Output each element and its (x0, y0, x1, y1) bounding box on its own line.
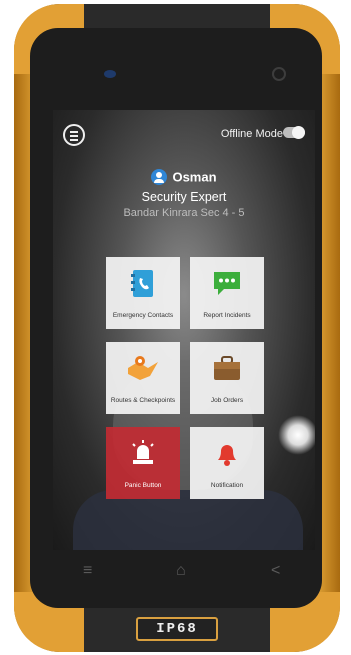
app-screen: Offline Mode Osman Security Expert Banda… (53, 110, 315, 550)
briefcase-icon (214, 356, 240, 380)
flashlight-glow (278, 415, 315, 455)
emergency-contacts-tile[interactable]: Emergency Contacts (106, 257, 180, 329)
tile-label: Emergency Contacts (112, 312, 174, 319)
report-incidents-tile[interactable]: Report Incidents (190, 257, 264, 329)
user-location: Bandar Kinrara Sec 4 - 5 (123, 207, 245, 219)
contacts-book-icon (131, 270, 153, 297)
bell-icon (218, 445, 236, 466)
hamburger-menu-button[interactable] (63, 124, 85, 146)
tile-label: Panic Button (124, 482, 162, 489)
tile-label: Report Incidents (203, 312, 251, 319)
tile-label: Routes & Checkpoints (110, 397, 176, 404)
map-route-icon (128, 356, 158, 380)
ip68-badge: IP68 (136, 617, 218, 641)
nav-home-button[interactable]: ⌂ (176, 562, 186, 580)
user-role: Security Expert (141, 190, 227, 204)
user-info: Osman Security Expert Bandar Kinrara Sec… (53, 168, 315, 219)
panic-button-tile[interactable]: Panic Button (106, 427, 180, 499)
front-camera-icon (104, 70, 116, 78)
nav-menu-button[interactable]: ≡ (83, 562, 92, 580)
tile-label: Notification (210, 482, 244, 489)
chat-bubble-icon (214, 272, 240, 295)
routes-checkpoints-tile[interactable]: Routes & Checkpoints (106, 342, 180, 414)
offline-mode-label: Offline Mode (220, 128, 283, 140)
android-nav-bar: ≡ ⌂ < (53, 552, 315, 594)
avatar-icon (151, 168, 168, 185)
background-photo (73, 490, 303, 550)
nav-back-button[interactable]: < (271, 562, 280, 580)
job-orders-tile[interactable]: Job Orders (190, 342, 264, 414)
user-name: Osman (172, 169, 217, 185)
sensor-icon (272, 67, 286, 81)
tile-label: Job Orders (210, 397, 244, 404)
offline-mode-toggle[interactable] (283, 126, 305, 139)
siren-icon (132, 440, 154, 464)
notification-tile[interactable]: Notification (190, 427, 264, 499)
